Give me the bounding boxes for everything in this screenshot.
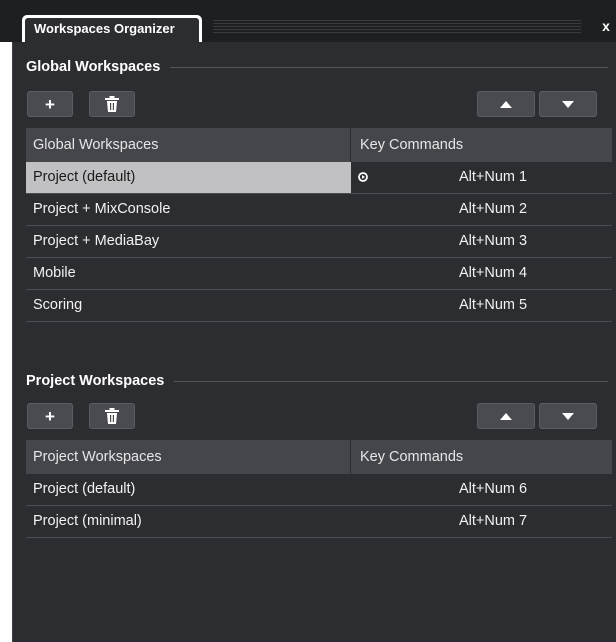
table-row[interactable]: Scoring Alt+Num 5 <box>26 290 612 322</box>
key-command: Alt+Num 1 <box>459 169 528 185</box>
global-workspaces-table: Global Workspaces Key Commands Project (… <box>26 128 612 322</box>
arrow-down-icon <box>562 100 574 108</box>
arrow-down-icon <box>562 412 574 420</box>
drag-grip[interactable] <box>213 20 581 34</box>
global-section-title: Global Workspaces <box>26 59 161 75</box>
trash-icon <box>105 96 119 112</box>
key-command: Alt+Num 3 <box>459 233 528 249</box>
key-command-cell: Alt+Num 1 <box>351 162 612 193</box>
project-add-button[interactable]: + <box>27 403 73 429</box>
divider <box>170 66 608 68</box>
close-button[interactable]: x <box>598 16 614 36</box>
workspace-name: Project (default) <box>26 162 351 193</box>
column-header-name[interactable]: Global Workspaces <box>26 128 351 162</box>
tab-workspaces-organizer[interactable]: Workspaces Organizer <box>22 15 202 42</box>
arrow-up-icon <box>500 412 512 420</box>
global-move-down-button[interactable] <box>539 91 597 117</box>
column-header-key-commands[interactable]: Key Commands <box>351 440 612 474</box>
project-section-title: Project Workspaces <box>26 373 165 389</box>
project-move-down-button[interactable] <box>539 403 597 429</box>
workspace-name: Project (default) <box>33 481 136 497</box>
table-row[interactable]: Project (default) Alt+Num 6 <box>26 474 612 506</box>
global-add-button[interactable]: + <box>27 91 73 117</box>
title-bar: Workspaces Organizer x <box>0 0 616 42</box>
workspace-name: Mobile <box>33 265 76 281</box>
column-header-key-commands[interactable]: Key Commands <box>351 128 612 162</box>
workspaces-organizer-window: Workspaces Organizer x Global Workspaces… <box>0 0 616 642</box>
plus-icon: + <box>45 94 55 114</box>
workspace-name: Project + MixConsole <box>33 201 171 217</box>
table-row[interactable]: Project + MediaBay Alt+Num 3 <box>26 226 612 258</box>
plus-icon: + <box>45 406 55 426</box>
active-workspace-icon <box>358 172 368 182</box>
project-move-up-button[interactable] <box>477 403 535 429</box>
table-header: Project Workspaces Key Commands <box>26 440 612 474</box>
project-section-header: Project Workspaces <box>26 371 608 391</box>
global-delete-button[interactable] <box>89 91 135 117</box>
table-row[interactable]: Project + MixConsole Alt+Num 2 <box>26 194 612 226</box>
table-row[interactable]: Project (default) Alt+Num 1 <box>26 162 612 194</box>
key-command: Alt+Num 7 <box>459 513 528 529</box>
table-row[interactable]: Mobile Alt+Num 4 <box>26 258 612 290</box>
organizer-panel: Global Workspaces + Global Workspaces Ke… <box>12 42 616 642</box>
key-command: Alt+Num 4 <box>459 265 528 281</box>
tab-title: Workspaces Organizer <box>25 18 199 42</box>
project-workspaces-table: Project Workspaces Key Commands Project … <box>26 440 612 538</box>
column-header-name[interactable]: Project Workspaces <box>26 440 351 474</box>
workspace-name: Project (minimal) <box>33 513 142 529</box>
global-section-header: Global Workspaces <box>26 57 608 77</box>
key-command: Alt+Num 6 <box>459 481 528 497</box>
key-command: Alt+Num 5 <box>459 297 528 313</box>
key-command: Alt+Num 2 <box>459 201 528 217</box>
table-header: Global Workspaces Key Commands <box>26 128 612 162</box>
trash-icon <box>105 408 119 424</box>
workspace-name: Project + MediaBay <box>33 233 160 249</box>
workspace-name: Scoring <box>33 297 83 313</box>
table-row[interactable]: Project (minimal) Alt+Num 7 <box>26 506 612 538</box>
project-delete-button[interactable] <box>89 403 135 429</box>
global-move-up-button[interactable] <box>477 91 535 117</box>
divider <box>174 380 608 382</box>
arrow-up-icon <box>500 100 512 108</box>
